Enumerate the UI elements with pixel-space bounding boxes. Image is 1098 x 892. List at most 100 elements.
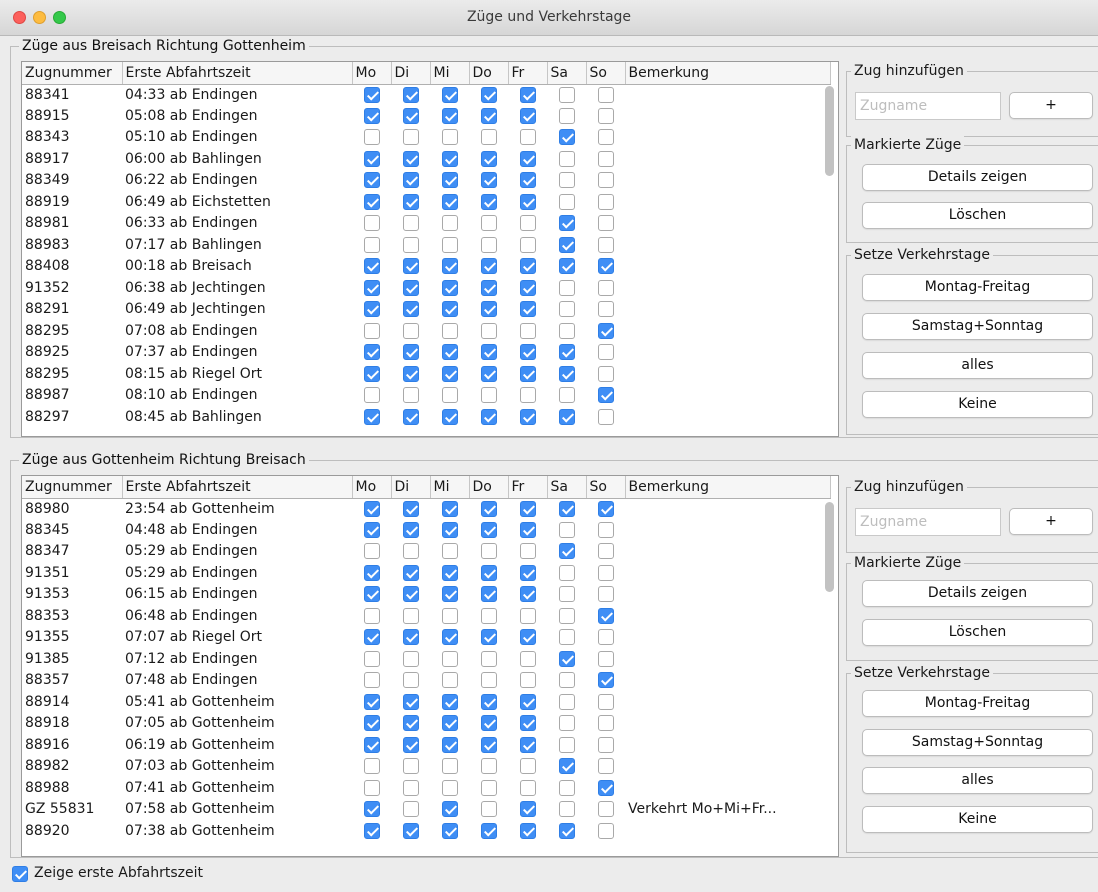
day-checkbox[interactable] [441, 172, 458, 189]
day-checkbox[interactable] [363, 607, 380, 624]
day-checkbox[interactable] [480, 607, 497, 624]
day-checkbox[interactable] [597, 543, 614, 560]
day-checkbox[interactable] [597, 408, 614, 425]
table-row[interactable]: 91355 07:07 ab Riegel Ort [22, 627, 830, 649]
day-checkbox[interactable] [402, 672, 419, 689]
day-checkbox[interactable] [402, 236, 419, 253]
day-checkbox[interactable] [558, 629, 575, 646]
day-checkbox[interactable] [558, 150, 575, 167]
day-checkbox[interactable] [402, 193, 419, 210]
table-row[interactable]: 88925 07:37 ab Endingen [22, 342, 830, 364]
day-checkbox[interactable] [480, 521, 497, 538]
day-checkbox[interactable] [363, 193, 380, 210]
day-checkbox[interactable] [597, 650, 614, 667]
day-checkbox[interactable] [480, 693, 497, 710]
column-header[interactable]: Bemerkung [625, 476, 831, 499]
day-checkbox[interactable] [441, 301, 458, 318]
day-checkbox[interactable] [402, 344, 419, 361]
day-checkbox[interactable] [558, 693, 575, 710]
day-checkbox[interactable] [558, 258, 575, 275]
day-checkbox[interactable] [402, 279, 419, 296]
day-checkbox[interactable] [597, 387, 614, 404]
day-checkbox[interactable] [441, 258, 458, 275]
day-checkbox[interactable] [402, 543, 419, 560]
table-row[interactable]: 88291 06:49 ab Jechtingen [22, 299, 830, 321]
day-checkbox[interactable] [480, 322, 497, 339]
day-checkbox[interactable] [441, 86, 458, 103]
train-name-input[interactable]: Zugname [855, 508, 1001, 536]
table-row[interactable]: 88347 05:29 ab Endingen [22, 541, 830, 563]
day-checkbox[interactable] [558, 779, 575, 796]
all-days-button[interactable]: alles [862, 352, 1093, 379]
table-row[interactable]: 88982 07:03 ab Gottenheim [22, 756, 830, 778]
day-checkbox[interactable] [480, 629, 497, 646]
day-checkbox[interactable] [402, 129, 419, 146]
day-checkbox[interactable] [363, 258, 380, 275]
day-checkbox[interactable] [519, 629, 536, 646]
day-checkbox[interactable] [558, 543, 575, 560]
day-checkbox[interactable] [363, 344, 380, 361]
delete-button[interactable]: Löschen [862, 619, 1093, 646]
day-checkbox[interactable] [441, 322, 458, 339]
column-header[interactable]: Mi [430, 62, 470, 85]
day-checkbox[interactable] [441, 779, 458, 796]
table-row[interactable]: 88981 06:33 ab Endingen [22, 213, 830, 235]
day-checkbox[interactable] [480, 150, 497, 167]
day-checkbox[interactable] [597, 736, 614, 753]
table-row[interactable]: 88914 05:41 ab Gottenheim [22, 692, 830, 714]
column-header[interactable]: Erste Abfahrtszeit [122, 62, 353, 85]
day-checkbox[interactable] [597, 564, 614, 581]
delete-button[interactable]: Löschen [862, 202, 1093, 229]
day-checkbox[interactable] [519, 236, 536, 253]
day-checkbox[interactable] [363, 279, 380, 296]
day-checkbox[interactable] [597, 86, 614, 103]
day-checkbox[interactable] [519, 607, 536, 624]
day-checkbox[interactable] [441, 500, 458, 517]
day-checkbox[interactable] [519, 801, 536, 818]
column-header[interactable]: Fr [508, 476, 548, 499]
day-checkbox[interactable] [480, 172, 497, 189]
day-checkbox[interactable] [441, 801, 458, 818]
details-button[interactable]: Details zeigen [862, 580, 1093, 607]
day-checkbox[interactable] [519, 193, 536, 210]
day-checkbox[interactable] [441, 607, 458, 624]
day-checkbox[interactable] [480, 279, 497, 296]
day-checkbox[interactable] [402, 693, 419, 710]
vertical-scrollbar[interactable] [825, 86, 834, 176]
day-checkbox[interactable] [519, 758, 536, 775]
day-checkbox[interactable] [597, 779, 614, 796]
day-checkbox[interactable] [480, 672, 497, 689]
day-checkbox[interactable] [519, 86, 536, 103]
day-checkbox[interactable] [519, 215, 536, 232]
table-row[interactable]: 91385 07:12 ab Endingen [22, 649, 830, 671]
day-checkbox[interactable] [402, 301, 419, 318]
day-checkbox[interactable] [402, 650, 419, 667]
column-header[interactable]: Do [469, 476, 509, 499]
column-header[interactable]: Di [391, 62, 431, 85]
day-checkbox[interactable] [558, 822, 575, 839]
day-checkbox[interactable] [363, 387, 380, 404]
day-checkbox[interactable] [597, 365, 614, 382]
day-checkbox[interactable] [363, 650, 380, 667]
day-checkbox[interactable] [480, 500, 497, 517]
column-header[interactable]: Zugnummer [22, 62, 123, 85]
day-checkbox[interactable] [480, 129, 497, 146]
day-checkbox[interactable] [519, 344, 536, 361]
day-checkbox[interactable] [597, 236, 614, 253]
column-header[interactable]: Sa [547, 476, 587, 499]
day-checkbox[interactable] [441, 543, 458, 560]
day-checkbox[interactable] [363, 543, 380, 560]
table-row[interactable]: 88349 06:22 ab Endingen [22, 170, 830, 192]
day-checkbox[interactable] [558, 801, 575, 818]
day-checkbox[interactable] [402, 564, 419, 581]
day-checkbox[interactable] [402, 758, 419, 775]
day-checkbox[interactable] [402, 500, 419, 517]
day-checkbox[interactable] [441, 193, 458, 210]
add-train-button[interactable]: + [1009, 92, 1093, 119]
day-checkbox[interactable] [441, 650, 458, 667]
day-checkbox[interactable] [402, 215, 419, 232]
day-checkbox[interactable] [597, 629, 614, 646]
column-header[interactable]: So [586, 62, 626, 85]
day-checkbox[interactable] [441, 715, 458, 732]
day-checkbox[interactable] [402, 801, 419, 818]
